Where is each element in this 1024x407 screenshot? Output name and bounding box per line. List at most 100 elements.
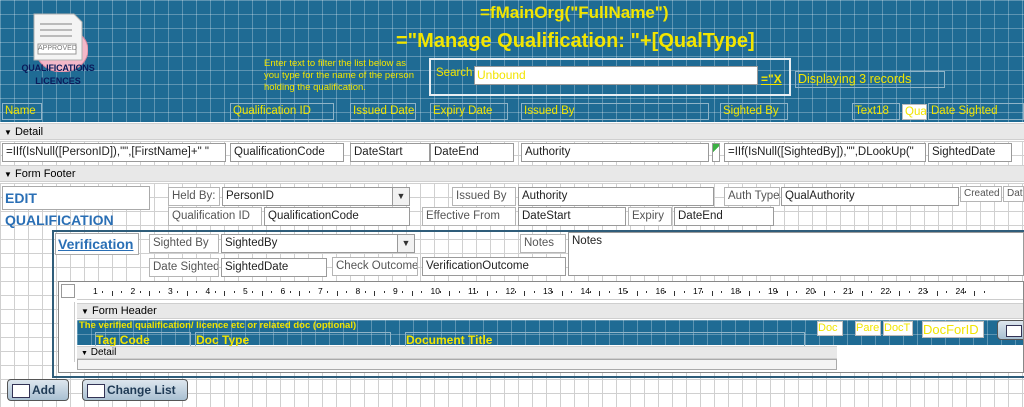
ruler-tick bbox=[533, 291, 535, 293]
effective-from-label: Effective From bbox=[422, 207, 516, 226]
ruler-tick bbox=[271, 291, 273, 293]
held-by-value: PersonID bbox=[226, 190, 274, 202]
ruler-number: 10 bbox=[430, 286, 440, 296]
ruler-tick bbox=[721, 291, 723, 293]
documents-subform[interactable]: 1 2 3 4 5 6 7 8 9 10 11 12 13 14 15 16 17 18 19 20 21 22 23 24 … bbox=[58, 281, 1024, 373]
expiry-label: Expiry bbox=[628, 207, 672, 226]
change-list-button-label: Change List bbox=[107, 383, 176, 397]
ruler-tick bbox=[571, 291, 573, 293]
ruler-tick bbox=[927, 291, 929, 293]
clear-search-button[interactable]: ="X bbox=[761, 72, 782, 86]
chevron-down-icon: ▼ bbox=[81, 307, 89, 316]
ruler-tick bbox=[261, 291, 263, 296]
logo-caption: LICENCES bbox=[35, 76, 81, 86]
table-icon bbox=[1006, 325, 1022, 337]
ruler-tick bbox=[233, 291, 235, 293]
sighted-by-combo[interactable]: SightedBy ▼ bbox=[221, 234, 415, 253]
ruler-tick bbox=[974, 291, 976, 296]
date-start-field[interactable]: DateStart bbox=[350, 143, 430, 162]
sighted-by-value: SightedBy bbox=[225, 237, 278, 249]
ruler-tick bbox=[336, 291, 338, 296]
ruler-tick bbox=[852, 291, 854, 293]
sighted-date-field[interactable]: SightedDate bbox=[928, 143, 1012, 162]
ruler-tick bbox=[524, 291, 526, 296]
search-input[interactable]: Unbound bbox=[474, 66, 758, 85]
subform-header-label: Form Header bbox=[91, 305, 157, 317]
check-outcome-field[interactable]: VerificationOutcome bbox=[422, 257, 566, 276]
issued-by-field[interactable]: Authority bbox=[518, 187, 714, 206]
column-header-name: Name bbox=[2, 103, 42, 120]
chip-docforid: DocForID bbox=[922, 321, 984, 338]
vertical-ruler bbox=[61, 302, 75, 362]
verification-title[interactable]: Verification bbox=[55, 233, 139, 255]
held-by-combo[interactable]: PersonID ▼ bbox=[222, 187, 410, 206]
chevron-down-icon[interactable]: ▼ bbox=[392, 188, 409, 205]
name-expression-field[interactable]: =IIf(IsNull([PersonID]),"",[FirstName]+"… bbox=[2, 143, 226, 162]
qualification-code-field[interactable]: QualificationCode bbox=[230, 143, 344, 162]
column-header-issued-by: Issued By bbox=[521, 103, 709, 120]
add-record-icon bbox=[12, 384, 30, 398]
chip-doc: Doc bbox=[817, 321, 843, 336]
column-header-tag-code: Tag Code bbox=[95, 332, 191, 347]
ruler-tick bbox=[824, 291, 826, 296]
ruler-number: 15 bbox=[618, 286, 628, 296]
add-button-label: Add bbox=[32, 383, 56, 397]
notes-field[interactable]: Notes bbox=[568, 232, 1024, 276]
subform-note: The verified qualification/ licence etc … bbox=[79, 320, 357, 331]
authority-field[interactable]: Authority bbox=[521, 143, 709, 162]
ruler-tick bbox=[421, 291, 423, 293]
form-footer-band-label: Form Footer bbox=[14, 168, 76, 180]
ruler-tick bbox=[186, 291, 188, 296]
ruler-tick bbox=[552, 291, 554, 293]
ruler-tick bbox=[477, 291, 479, 293]
ruler-tick bbox=[739, 291, 741, 293]
ruler-number: 6 bbox=[280, 286, 286, 296]
chip-pare: Pare bbox=[855, 321, 881, 336]
ruler-tick bbox=[346, 291, 348, 293]
held-by-label: Held By: bbox=[168, 187, 220, 206]
ruler-tick bbox=[711, 291, 713, 296]
auth-type-field[interactable]: QualAuthority bbox=[781, 187, 959, 206]
ruler-tick bbox=[683, 291, 685, 293]
ruler-tick bbox=[196, 291, 198, 293]
column-header-issued-date: Issued Date bbox=[350, 103, 416, 120]
subform-detail-band: ▼ Detail bbox=[77, 346, 837, 359]
ruler-tick bbox=[411, 291, 413, 296]
chevron-down-icon: ▼ bbox=[4, 128, 12, 137]
change-list-button[interactable]: Change List bbox=[82, 379, 188, 401]
column-header-doc-type: Doc Type bbox=[195, 332, 391, 347]
ruler-tick bbox=[214, 291, 216, 293]
sighted-by-expression-field[interactable]: =IIf(IsNull([SightedBy]),"",DLookUp(" bbox=[724, 143, 926, 162]
add-button[interactable]: Add bbox=[7, 379, 69, 401]
ruler-tick bbox=[758, 291, 760, 293]
subform-button[interactable] bbox=[997, 320, 1023, 340]
date-sighted-label: Date Sighted bbox=[149, 258, 219, 277]
ruler-tick bbox=[833, 291, 835, 293]
ruler-number: 16 bbox=[655, 286, 665, 296]
detail-band: ▼ Detail bbox=[0, 123, 1024, 140]
ruler-tick bbox=[664, 291, 666, 293]
ruler-tick bbox=[374, 291, 376, 296]
effective-from-field[interactable]: DateStart bbox=[518, 207, 626, 226]
chevron-down-icon[interactable]: ▼ bbox=[397, 235, 414, 252]
ruler-tick bbox=[111, 291, 113, 296]
column-header-expiry-date: Expiry Date bbox=[430, 103, 508, 120]
ruler-number: 21 bbox=[843, 286, 853, 296]
qualification-id-field[interactable]: QualificationCode bbox=[264, 207, 410, 226]
date-sighted-field[interactable]: SightedDate bbox=[221, 258, 327, 277]
list-icon bbox=[87, 384, 105, 398]
ruler-tick bbox=[364, 291, 366, 293]
date-end-field[interactable]: DateEnd bbox=[430, 143, 514, 162]
check-outcome-label: Check Outcome bbox=[332, 257, 418, 276]
subform-corner bbox=[61, 284, 75, 298]
ruler-number: 13 bbox=[543, 286, 553, 296]
ruler-tick bbox=[496, 291, 498, 293]
horizontal-scrollbar[interactable] bbox=[77, 359, 837, 370]
ruler-tick bbox=[674, 291, 676, 296]
ruler-tick bbox=[102, 291, 104, 293]
expiry-field[interactable]: DateEnd bbox=[674, 207, 774, 226]
ruler-tick bbox=[777, 291, 779, 293]
ruler-number: 18 bbox=[730, 286, 740, 296]
ruler-tick bbox=[158, 291, 160, 293]
ruler-tick bbox=[589, 291, 591, 293]
